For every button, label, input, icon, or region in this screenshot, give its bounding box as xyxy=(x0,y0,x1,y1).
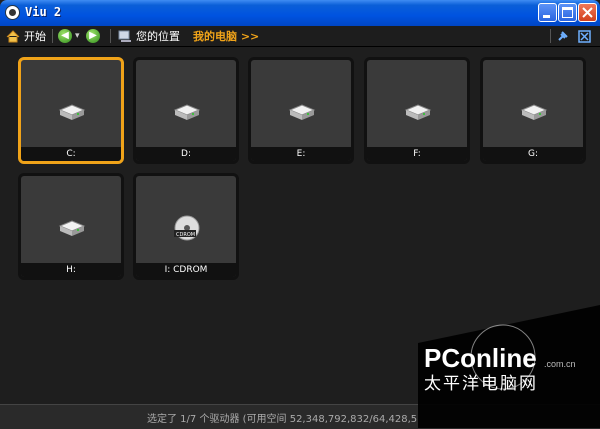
cdrom-disc-label: CDROM xyxy=(176,232,195,238)
hard-drive-icon xyxy=(520,104,548,120)
close-button[interactable] xyxy=(578,3,597,22)
cdrom-icon: CDROM xyxy=(174,215,200,241)
maximize-button[interactable] xyxy=(558,3,577,22)
computer-icon xyxy=(118,30,131,42)
location-label: 您的位置 xyxy=(136,30,180,43)
watermark-cn: 太平洋电脑网 xyxy=(424,374,538,394)
drive-label: D: xyxy=(136,147,236,161)
fullscreen-icon xyxy=(578,29,591,43)
chevron-down-icon: ▾ xyxy=(75,31,80,41)
minimize-button[interactable] xyxy=(538,3,557,22)
home-icon xyxy=(6,29,20,42)
window-title: Viu 2 xyxy=(25,5,62,19)
hard-drive-icon xyxy=(173,104,201,120)
pin-button[interactable] xyxy=(556,26,569,46)
pconline-watermark: PConline .com.cn 太平洋电脑网 xyxy=(418,305,600,428)
forward-arrow-icon: ▶ xyxy=(86,29,100,43)
pin-icon xyxy=(558,30,568,41)
drive-label: G: xyxy=(483,147,583,161)
hard-drive-icon xyxy=(58,220,86,236)
watermark-brand: PConline xyxy=(424,343,537,373)
title-bar: Viu 2 xyxy=(0,0,600,26)
drive-label: I: CDROM xyxy=(136,263,236,277)
home-button[interactable]: 开始 xyxy=(6,26,46,46)
close-icon xyxy=(582,7,593,18)
drive-tile[interactable]: G: xyxy=(480,57,586,164)
hard-drive-icon xyxy=(404,104,432,120)
drive-tile[interactable]: H: xyxy=(18,173,124,280)
back-arrow-icon: ◀ xyxy=(58,29,72,43)
breadcrumb[interactable]: 我的电脑 >> xyxy=(193,26,259,46)
drive-tile[interactable]: E: xyxy=(248,57,354,164)
app-icon xyxy=(5,5,20,20)
toolbar: 开始 ◀ ▾ ▶ 您的位置 我的电脑 >> xyxy=(0,26,600,47)
back-button[interactable]: ◀ xyxy=(58,26,72,46)
drive-tile[interactable]: CDROM I: CDROM xyxy=(133,173,239,280)
status-text: 选定了 1/7 个驱动器 (可用空间 52,348,792,832/64,428… xyxy=(147,414,418,425)
drive-label: E: xyxy=(251,147,351,161)
drive-label: C: xyxy=(21,147,121,161)
home-label: 开始 xyxy=(24,30,46,43)
drive-label: H: xyxy=(21,263,121,277)
drive-tile[interactable]: D: xyxy=(133,57,239,164)
forward-button[interactable]: ▶ xyxy=(86,26,100,46)
drive-tile[interactable]: C: xyxy=(18,57,124,164)
history-dropdown[interactable]: ▾ xyxy=(75,26,80,46)
drive-tile[interactable]: F: xyxy=(364,57,470,164)
drive-label: F: xyxy=(367,147,467,161)
location: 您的位置 xyxy=(118,26,180,46)
hard-drive-icon xyxy=(58,104,86,120)
watermark-domain: .com.cn xyxy=(544,359,576,369)
hard-drive-icon xyxy=(288,104,316,120)
fullscreen-button[interactable] xyxy=(578,26,591,46)
